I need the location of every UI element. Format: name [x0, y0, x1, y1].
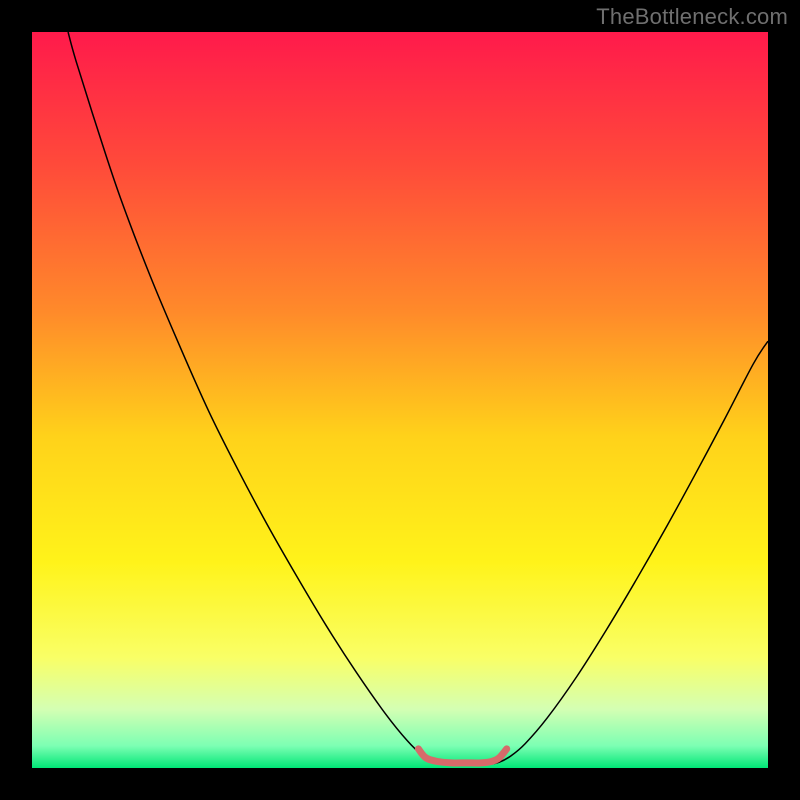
gradient-background — [32, 32, 768, 768]
chart-svg — [32, 32, 768, 768]
chart-frame: TheBottleneck.com — [0, 0, 800, 800]
watermark-text: TheBottleneck.com — [596, 4, 788, 30]
plot-area — [32, 32, 768, 768]
